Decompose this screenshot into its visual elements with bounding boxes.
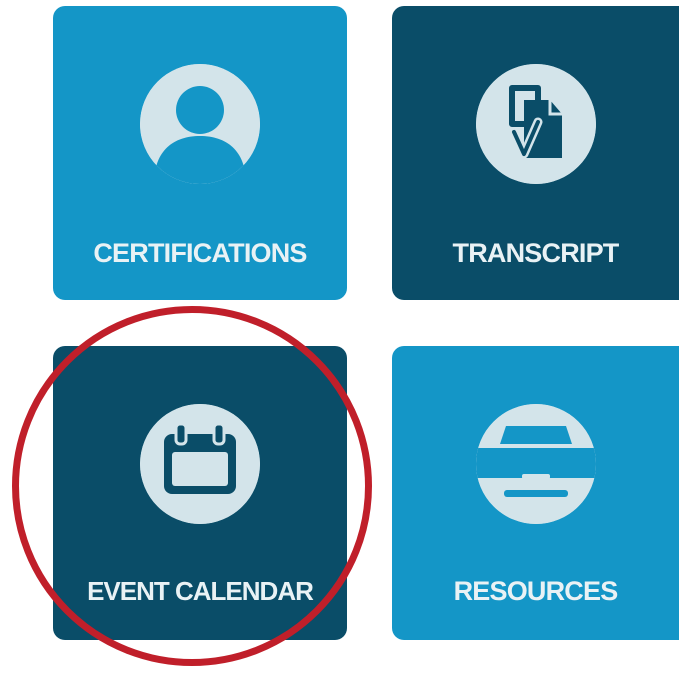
calendar-icon [140,404,260,524]
resources-label: RESOURCES [453,576,619,606]
certifications-label: CERTIFICATIONS [93,238,307,268]
certifications-tile[interactable]: CERTIFICATIONS [53,6,347,300]
event-calendar-label: EVENT CALENDAR [87,576,314,606]
dashboard-tile-grid: CERTIFICATIONS TRANSCRIPT EVENT CALENDAR… [0,0,679,677]
document-check-icon [475,64,596,184]
printer-icon [475,404,596,524]
transcript-tile[interactable]: TRANSCRIPT [392,6,679,300]
event-calendar-tile[interactable]: EVENT CALENDAR [53,346,347,640]
resources-tile[interactable]: RESOURCES [392,346,679,640]
transcript-label: TRANSCRIPT [452,238,620,268]
person-icon [140,64,260,184]
